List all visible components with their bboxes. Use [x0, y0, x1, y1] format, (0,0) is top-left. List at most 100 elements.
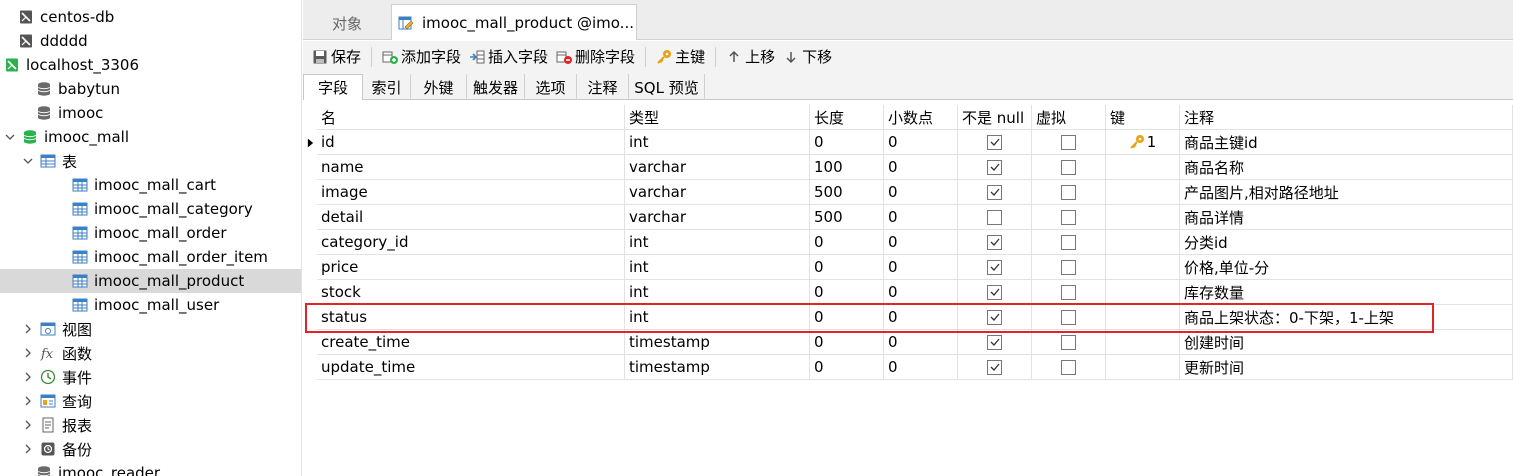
checkbox[interactable] [987, 134, 1002, 150]
cell-key[interactable] [1106, 355, 1180, 380]
sidebar-item[interactable]: imooc_mall_category [0, 197, 301, 221]
cell-length[interactable]: 0 [810, 230, 884, 255]
checkbox[interactable] [987, 309, 1002, 325]
cell-key[interactable] [1106, 205, 1180, 230]
sidebar-item[interactable]: imooc_mall [0, 125, 301, 149]
save-button[interactable]: 保存 [308, 44, 365, 70]
cell-name[interactable]: name [317, 155, 625, 180]
cell-comment[interactable]: 商品详情 [1180, 205, 1513, 230]
checkbox[interactable] [1061, 259, 1076, 275]
cell-comment[interactable]: 商品主键id [1180, 130, 1513, 155]
sidebar-item[interactable]: imooc_mall_product [0, 269, 301, 293]
column-header-name[interactable]: 名 [317, 105, 625, 130]
cell-type[interactable]: int [625, 255, 810, 280]
cell-key[interactable]: 1 [1106, 130, 1180, 155]
cell-length[interactable]: 0 [810, 130, 884, 155]
sidebar-item[interactable]: localhost_3306 [0, 53, 301, 77]
cell-length[interactable]: 100 [810, 155, 884, 180]
cell-type[interactable]: int [625, 130, 810, 155]
cell-decimals[interactable]: 0 [884, 180, 958, 205]
sidebar-item[interactable]: imooc [0, 101, 301, 125]
cell-comment[interactable]: 库存数量 [1180, 280, 1513, 305]
cell-type[interactable]: int [625, 305, 810, 330]
sidebar-item[interactable]: imooc_mall_cart [0, 173, 301, 197]
move-up-button[interactable]: 上移 [722, 44, 779, 70]
cell-key[interactable] [1106, 330, 1180, 355]
checkbox[interactable] [987, 159, 1002, 175]
checkbox[interactable] [1061, 359, 1076, 375]
sidebar-item[interactable]: 视图 [0, 317, 301, 341]
chevron-right-icon[interactable] [22, 395, 34, 407]
chevron-down-icon[interactable] [4, 131, 16, 143]
column-header-type[interactable]: 类型 [625, 105, 810, 130]
sidebar-item[interactable]: imooc_mall_user [0, 293, 301, 317]
cell-comment[interactable]: 价格,单位-分 [1180, 255, 1513, 280]
checkbox[interactable] [1061, 334, 1076, 350]
sidebar-item[interactable]: 事件 [0, 365, 301, 389]
subtab[interactable]: 字段 [303, 74, 363, 101]
cell-type[interactable]: int [625, 280, 810, 305]
checkbox[interactable] [987, 234, 1002, 250]
chevron-right-icon[interactable] [22, 347, 34, 359]
table-row[interactable]: image varchar 500 0 产品图片,相对路径地址 [303, 180, 1513, 205]
chevron-right-icon[interactable] [22, 443, 34, 455]
subtab[interactable]: 选项 [525, 74, 577, 100]
cell-name[interactable]: id [317, 130, 625, 155]
move-down-button[interactable]: 下移 [779, 44, 836, 70]
cell-decimals[interactable]: 0 [884, 255, 958, 280]
cell-type[interactable]: int [625, 230, 810, 255]
cell-key[interactable] [1106, 180, 1180, 205]
checkbox[interactable] [987, 184, 1002, 200]
insert-field-button[interactable]: 插入字段 [465, 44, 552, 70]
cell-decimals[interactable]: 0 [884, 130, 958, 155]
subtab[interactable]: 触发器 [467, 74, 525, 100]
cell-length[interactable]: 0 [810, 305, 884, 330]
checkbox[interactable] [1061, 284, 1076, 300]
cell-decimals[interactable]: 0 [884, 155, 958, 180]
cell-key[interactable] [1106, 155, 1180, 180]
cell-comment[interactable]: 产品图片,相对路径地址 [1180, 180, 1513, 205]
sidebar-item[interactable]: 表 [0, 149, 301, 173]
table-row[interactable]: status int 0 0 商品上架状态：0-下架，1-上架 [303, 305, 1513, 330]
chevron-down-icon[interactable] [22, 155, 34, 167]
checkbox[interactable] [1061, 234, 1076, 250]
table-row[interactable]: id int 0 0 1 商品主键id [303, 130, 1513, 155]
cell-decimals[interactable]: 0 [884, 305, 958, 330]
sidebar-item[interactable]: babytun [0, 77, 301, 101]
checkbox[interactable] [1061, 309, 1076, 325]
table-row[interactable]: price int 0 0 价格,单位-分 [303, 255, 1513, 280]
sidebar-item[interactable]: ddddd [0, 29, 301, 53]
sidebar-item[interactable]: 查询 [0, 389, 301, 413]
subtab[interactable]: 注释 [577, 74, 629, 100]
cell-name[interactable]: create_time [317, 330, 625, 355]
cell-length[interactable]: 0 [810, 355, 884, 380]
checkbox[interactable] [1061, 209, 1076, 225]
add-field-button[interactable]: 添加字段 [378, 44, 465, 70]
table-row[interactable]: update_time timestamp 0 0 更新时间 [303, 355, 1513, 380]
tab-table-design[interactable]: imooc_mall_product @imo... [391, 4, 637, 40]
cell-type[interactable]: varchar [625, 180, 810, 205]
checkbox[interactable] [1061, 184, 1076, 200]
column-header-length[interactable]: 长度 [810, 105, 884, 130]
table-row[interactable]: category_id int 0 0 分类id [303, 230, 1513, 255]
subtab[interactable]: 外键 [411, 74, 467, 100]
cell-name[interactable]: detail [317, 205, 625, 230]
sidebar-item[interactable]: fx 函数 [0, 341, 301, 365]
sidebar-item[interactable]: imooc_reader [0, 461, 301, 476]
cell-comment[interactable]: 分类id [1180, 230, 1513, 255]
cell-length[interactable]: 0 [810, 255, 884, 280]
cell-decimals[interactable]: 0 [884, 330, 958, 355]
cell-comment[interactable]: 商品名称 [1180, 155, 1513, 180]
cell-decimals[interactable]: 0 [884, 280, 958, 305]
chevron-right-icon[interactable] [22, 323, 34, 335]
checkbox[interactable] [987, 359, 1002, 375]
cell-key[interactable] [1106, 255, 1180, 280]
column-header-decimals[interactable]: 小数点 [884, 105, 958, 130]
column-header-key[interactable]: 键 [1106, 105, 1180, 130]
cell-length[interactable]: 500 [810, 180, 884, 205]
sidebar-item[interactable]: centos-db [0, 5, 301, 29]
checkbox[interactable] [987, 284, 1002, 300]
cell-length[interactable]: 0 [810, 280, 884, 305]
cell-name[interactable]: image [317, 180, 625, 205]
sidebar-item[interactable]: imooc_mall_order [0, 221, 301, 245]
